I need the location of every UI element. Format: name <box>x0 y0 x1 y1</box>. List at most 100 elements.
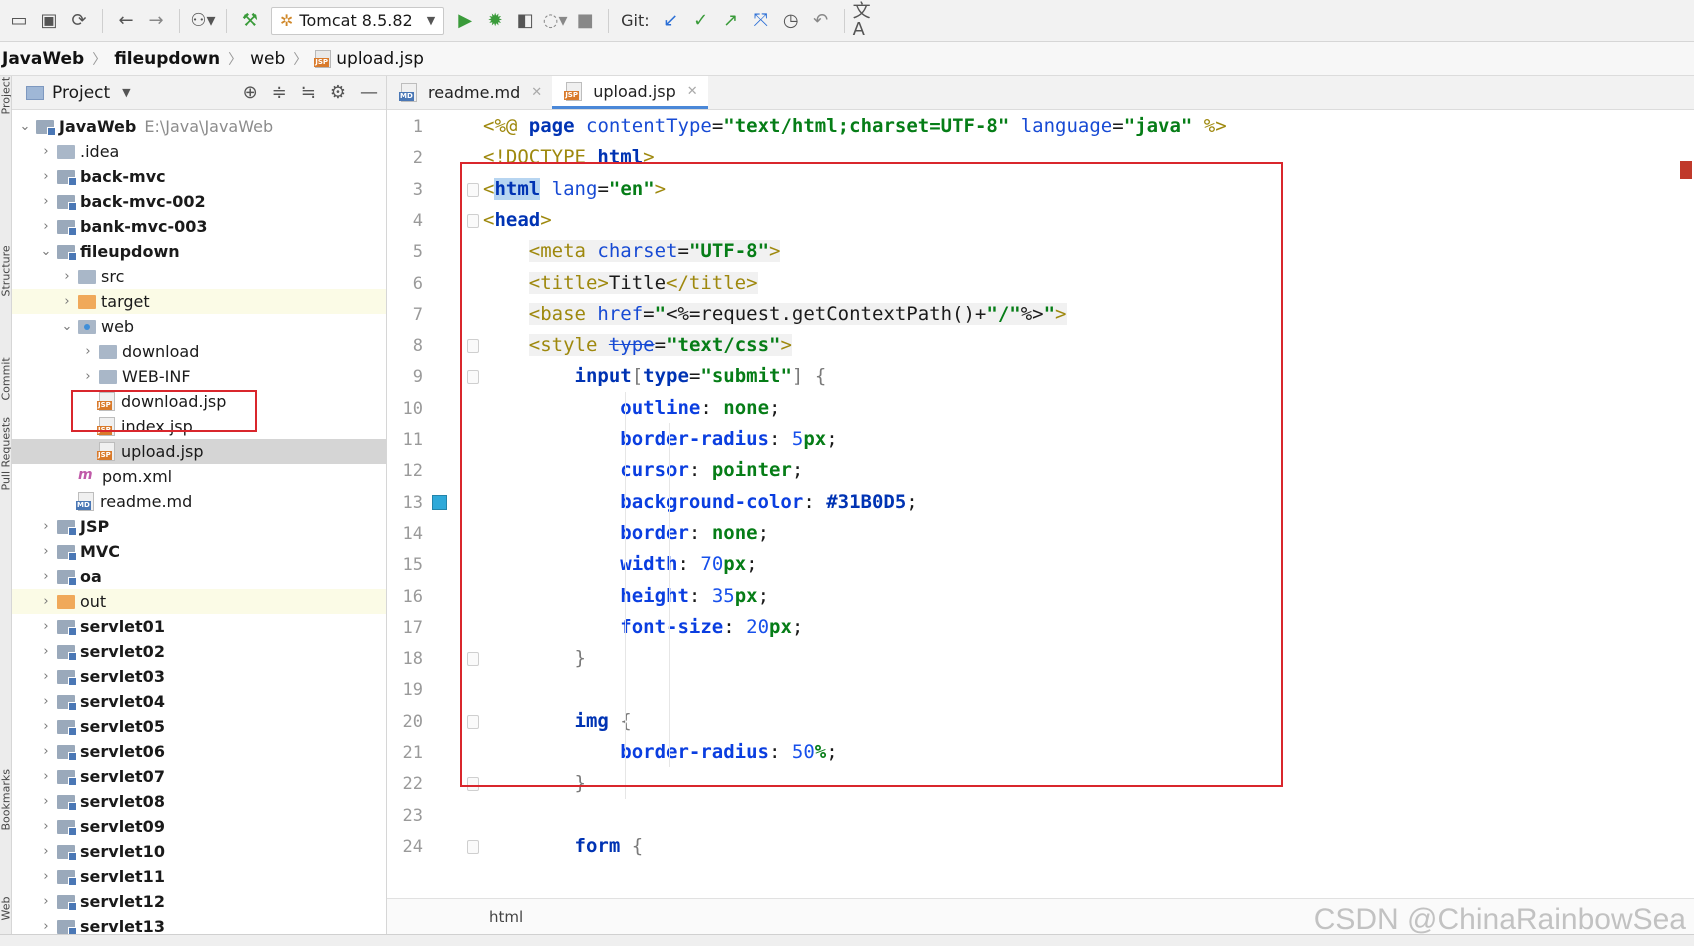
gear-icon[interactable]: ⚙ <box>330 82 346 103</box>
chevron-right-icon[interactable]: › <box>39 719 53 734</box>
tree-item[interactable]: › download <box>12 339 386 364</box>
tree-item[interactable]: › back-mvc <box>12 164 386 189</box>
chevron-right-icon[interactable]: › <box>39 669 53 684</box>
tool-window-web[interactable]: Web <box>0 885 11 921</box>
line-number[interactable]: 21 <box>387 743 423 763</box>
tree-item[interactable]: › servlet02 <box>12 639 386 664</box>
code-line[interactable]: <style type="text/css"> <box>483 328 792 362</box>
tree-item[interactable]: ⌄ fileupdown <box>12 239 386 264</box>
fold-marker-icon[interactable] <box>467 715 479 729</box>
line-number[interactable]: 2 <box>387 148 423 168</box>
git-merge-icon[interactable]: ⤧ <box>746 6 776 36</box>
line-number[interactable]: 12 <box>387 461 423 481</box>
line-number[interactable]: 20 <box>387 712 423 732</box>
line-number[interactable]: 6 <box>387 274 423 294</box>
tree-item[interactable]: index.jsp <box>12 414 386 439</box>
tree-item[interactable]: › servlet09 <box>12 814 386 839</box>
expand-all-icon[interactable]: ≒ <box>301 82 316 103</box>
fold-marker-icon[interactable] <box>467 214 479 228</box>
chevron-down-icon[interactable]: ▼ <box>122 86 130 99</box>
tree-item[interactable]: upload.jsp <box>12 439 386 464</box>
code-editor[interactable]: 1 2 3 4 5 6 7 8 9 10 11 12 13 14 15 16 17 18 19 20 21 22 23 24 … <box>387 110 1694 898</box>
line-number[interactable]: 3 <box>387 180 423 200</box>
sync-icon[interactable]: ⟳ <box>64 6 94 36</box>
run-icon[interactable]: ▶ <box>450 6 480 36</box>
locate-target-icon[interactable]: ⊕ <box>243 82 258 103</box>
project-panel-title[interactable]: Project <box>52 83 110 103</box>
code-line[interactable]: cursor: pointer; <box>483 453 803 487</box>
chevron-right-icon[interactable]: › <box>39 794 53 809</box>
line-number[interactable]: 4 <box>387 211 423 231</box>
chevron-right-icon[interactable]: › <box>39 569 53 584</box>
collapse-all-icon[interactable]: ≑ <box>272 82 287 103</box>
notification-icon[interactable] <box>1680 155 1694 185</box>
hide-panel-icon[interactable]: — <box>360 82 378 103</box>
code-line[interactable]: <%@ page contentType="text/html;charset=… <box>483 110 1227 143</box>
breadcrumb-item-project[interactable]: JavaWeb <box>2 49 84 69</box>
breadcrumb-item-folder[interactable]: web <box>250 49 285 69</box>
git-update-icon[interactable]: ↙ <box>656 6 686 36</box>
tree-item[interactable]: › back-mvc-002 <box>12 189 386 214</box>
git-commit-icon[interactable]: ✓ <box>686 6 716 36</box>
tool-window-project[interactable]: Project <box>0 77 11 115</box>
tree-item[interactable]: › servlet01 <box>12 614 386 639</box>
code-line[interactable]: outline: none; <box>483 391 780 425</box>
tool-window-pull-requests[interactable]: Pull Requests <box>0 417 11 490</box>
chevron-right-icon[interactable]: › <box>39 769 53 784</box>
chevron-right-icon[interactable]: › <box>39 219 53 234</box>
line-number[interactable]: 18 <box>387 649 423 669</box>
tree-item[interactable]: › out <box>12 589 386 614</box>
breadcrumb-item-module[interactable]: fileupdown <box>114 49 220 69</box>
chevron-right-icon[interactable]: › <box>39 544 53 559</box>
chevron-right-icon[interactable]: › <box>39 919 53 934</box>
line-number[interactable]: 5 <box>387 242 423 262</box>
tree-item[interactable]: › bank-mvc-003 <box>12 214 386 239</box>
chevron-right-icon[interactable]: › <box>39 694 53 709</box>
tree-item[interactable]: › servlet11 <box>12 864 386 889</box>
back-icon[interactable]: ← <box>111 6 141 36</box>
chevron-right-icon[interactable]: › <box>81 344 95 359</box>
fold-marker-icon[interactable] <box>467 840 479 854</box>
chevron-right-icon[interactable]: › <box>39 744 53 759</box>
chevron-down-icon[interactable]: ⌄ <box>18 119 32 134</box>
code-line[interactable]: img { <box>483 704 632 738</box>
code-line[interactable]: form { <box>483 829 644 863</box>
save-icon[interactable]: ▣ <box>34 6 64 36</box>
code-line[interactable]: <title>Title</title> <box>483 266 758 300</box>
tree-item[interactable]: › servlet04 <box>12 689 386 714</box>
code-line[interactable]: border-radius: 5px; <box>483 422 837 456</box>
code-area[interactable]: <%@ page contentType="text/html;charset=… <box>483 110 1694 898</box>
line-number[interactable]: 19 <box>387 680 423 700</box>
line-number[interactable]: 22 <box>387 774 423 794</box>
chevron-right-icon[interactable]: › <box>39 519 53 534</box>
tree-item[interactable]: › MVC <box>12 539 386 564</box>
tab-readme[interactable]: readme.md ✕ <box>387 76 552 109</box>
tree-item[interactable]: › servlet10 <box>12 839 386 864</box>
code-line[interactable]: <html lang="en"> <box>483 172 666 206</box>
color-preview-icon[interactable] <box>432 495 447 510</box>
coverage-icon[interactable]: ◧ <box>510 6 540 36</box>
line-number[interactable]: 9 <box>387 367 423 387</box>
user-icon[interactable]: ⚇▾ <box>188 6 218 36</box>
tree-item[interactable]: › servlet07 <box>12 764 386 789</box>
code-line[interactable]: height: 35px; <box>483 579 769 613</box>
profile-icon[interactable]: ◌▾ <box>540 6 570 36</box>
line-number[interactable]: 8 <box>387 336 423 356</box>
code-line[interactable]: font-size: 20px; <box>483 610 803 644</box>
tree-item[interactable]: readme.md <box>12 489 386 514</box>
code-line[interactable]: border-radius: 50%; <box>483 735 837 769</box>
code-line[interactable]: <head> <box>483 203 552 237</box>
line-number[interactable]: 15 <box>387 555 423 575</box>
line-number[interactable]: 24 <box>387 837 423 857</box>
forward-icon[interactable]: → <box>141 6 171 36</box>
chevron-right-icon[interactable]: › <box>39 819 53 834</box>
code-line[interactable]: input[type="submit"] { <box>483 359 827 393</box>
chevron-right-icon[interactable]: › <box>39 619 53 634</box>
tree-item[interactable]: m pom.xml <box>12 464 386 489</box>
tab-upload-jsp[interactable]: upload.jsp ✕ <box>552 76 708 109</box>
chevron-right-icon[interactable]: › <box>39 194 53 209</box>
tree-item[interactable]: › WEB-INF <box>12 364 386 389</box>
tree-item[interactable]: › .idea <box>12 139 386 164</box>
tree-item[interactable]: download.jsp <box>12 389 386 414</box>
code-line[interactable]: width: 70px; <box>483 547 757 581</box>
